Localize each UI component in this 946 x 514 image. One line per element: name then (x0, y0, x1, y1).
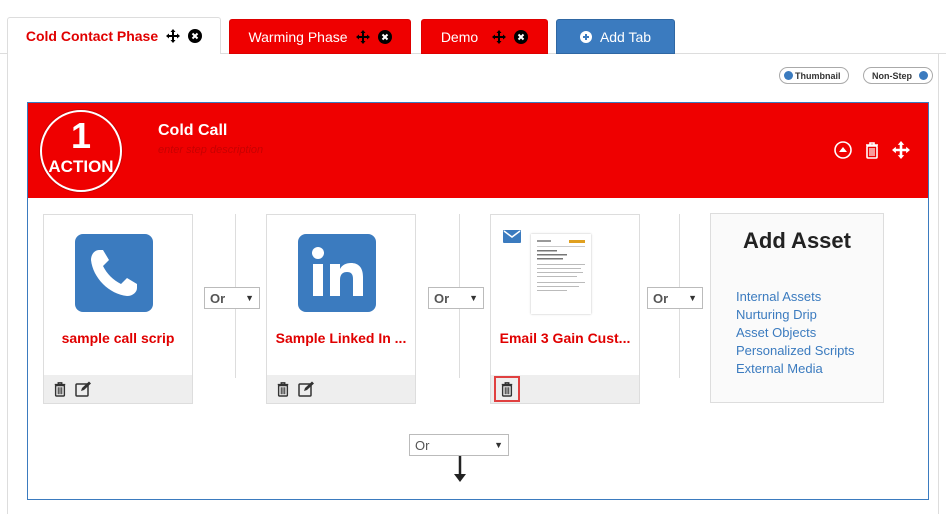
asset-card-call-script[interactable]: sample call scrip (43, 214, 193, 404)
plus-circle-icon (579, 30, 592, 43)
move-icon[interactable] (892, 141, 910, 159)
toggle-knob (919, 71, 928, 80)
connector-value: Or (434, 290, 450, 306)
asset-title[interactable]: Email 3 Gain Cust... (491, 330, 639, 346)
step-badge: 1 ACTION (40, 110, 122, 192)
step-description-input[interactable]: enter step description (158, 144, 263, 156)
connector-value: Or (210, 290, 226, 306)
step-header-actions (834, 141, 910, 159)
card-actions (267, 375, 415, 403)
chevron-down-icon: ▼ (494, 440, 503, 450)
tab-cold-contact-phase[interactable]: Cold Contact Phase (7, 17, 221, 54)
add-tab-label: Add Tab (599, 28, 652, 45)
connector-value: Or (415, 437, 430, 453)
tab-label: Cold Contact Phase (25, 28, 159, 44)
chevron-down-icon: ▼ (688, 293, 697, 303)
trash-button[interactable] (494, 376, 520, 402)
tab-label: Demo (440, 28, 479, 45)
close-icon[interactable] (188, 29, 203, 43)
edit-icon[interactable] (75, 381, 92, 397)
trash-icon[interactable] (276, 381, 290, 397)
thumbnail-toggle-label: Thumbnail (795, 70, 841, 81)
trash-icon[interactable] (864, 141, 880, 159)
move-icon[interactable] (492, 29, 507, 44)
tab-demo[interactable]: Demo (421, 19, 548, 54)
step-header: 1 ACTION Cold Call enter step descriptio… (28, 103, 928, 198)
collapse-icon[interactable] (834, 141, 852, 159)
thumbnail-toggle[interactable]: Thumbnail (779, 67, 849, 84)
phone-icon (75, 234, 153, 312)
asset-card-email[interactable]: Email 3 Gain Cust... (490, 214, 640, 404)
envelope-icon (503, 230, 521, 243)
step-number: 1 (70, 115, 92, 156)
step-title[interactable]: Cold Call (158, 122, 227, 140)
add-asset-heading: Add Asset (743, 228, 851, 253)
step-connector-select[interactable]: Or ▼ (409, 434, 509, 456)
connector-select[interactable]: Or ▼ (204, 287, 260, 309)
link-external-media[interactable]: External Media (736, 360, 855, 378)
close-icon[interactable] (377, 29, 392, 44)
step-type: ACTION (48, 157, 114, 176)
link-personalized-scripts[interactable]: Personalized Scripts (736, 342, 855, 360)
step-panel: 1 ACTION Cold Call enter step descriptio… (27, 102, 929, 500)
asset-title[interactable]: Sample Linked In ... (267, 330, 415, 346)
connector-select[interactable]: Or ▼ (647, 287, 703, 309)
connector-select[interactable]: Or ▼ (428, 287, 484, 309)
non-step-toggle-label: Non-Step (872, 70, 912, 81)
phase-tabs: Cold Contact Phase Warming Phase Demo Ad… (0, 0, 946, 54)
linkedin-icon (298, 234, 376, 312)
move-icon[interactable] (355, 29, 370, 44)
asset-card-linkedin[interactable]: Sample Linked In ... (266, 214, 416, 404)
add-asset-links: Internal Assets Nurturing Drip Asset Obj… (736, 288, 855, 378)
card-actions (491, 375, 639, 403)
chevron-down-icon: ▼ (245, 293, 254, 303)
asset-title[interactable]: sample call scrip (44, 330, 192, 346)
toggle-knob (784, 71, 793, 80)
chevron-down-icon: ▼ (469, 293, 478, 303)
link-asset-objects[interactable]: Asset Objects (736, 324, 855, 342)
email-thumbnail (531, 234, 591, 314)
link-nurturing-drip[interactable]: Nurturing Drip (736, 306, 855, 324)
move-icon[interactable] (166, 29, 181, 43)
non-step-toggle[interactable]: Non-Step (863, 67, 933, 84)
add-asset-panel: Add Asset Internal Assets Nurturing Drip… (710, 213, 884, 403)
trash-icon[interactable] (53, 381, 67, 397)
edit-icon[interactable] (298, 381, 315, 397)
tab-label: Warming Phase (248, 28, 348, 45)
close-icon[interactable] (514, 29, 529, 44)
add-tab-button[interactable]: Add Tab (556, 19, 675, 54)
link-internal-assets[interactable]: Internal Assets (736, 288, 855, 306)
connector-value: Or (653, 290, 669, 306)
card-actions (44, 375, 192, 403)
trash-icon[interactable] (500, 381, 514, 397)
tab-warming-phase[interactable]: Warming Phase (229, 19, 411, 54)
arrow-down-icon (454, 456, 466, 482)
